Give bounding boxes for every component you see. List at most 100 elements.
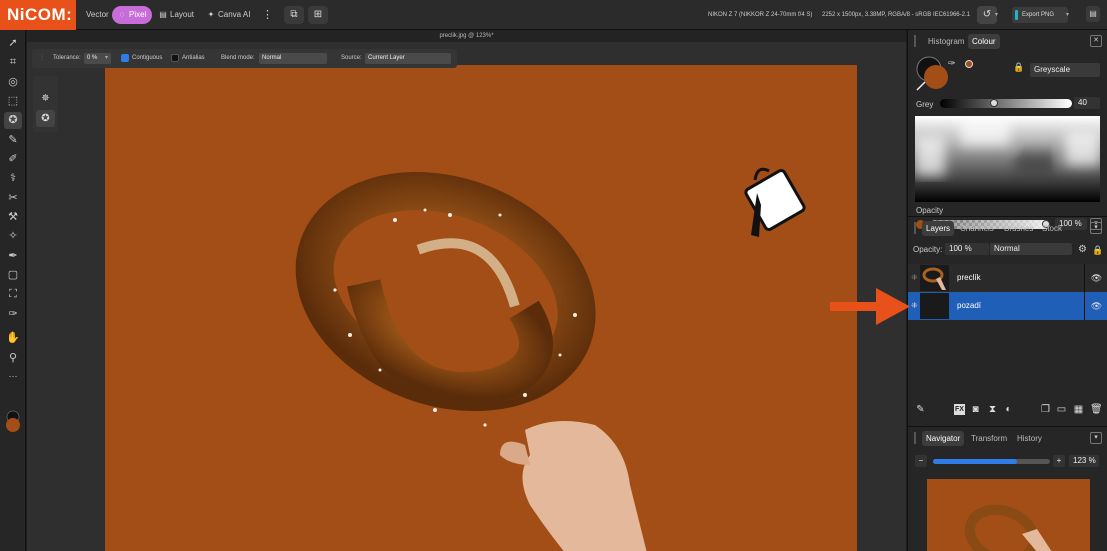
paint-brush-icon[interactable]: ✎ [4, 132, 22, 149]
zoom-value-input[interactable]: 123 % [1069, 455, 1099, 467]
duplicate-layer-icon[interactable]: ❐ [1040, 404, 1051, 415]
selection-brush-icon[interactable]: ◎ [4, 74, 22, 91]
tab-layers[interactable]: Layers [922, 221, 955, 236]
antialias-checkbox[interactable] [171, 54, 179, 62]
layer-blend-select[interactable]: Normal [990, 243, 1072, 255]
chevron-down-icon[interactable]: ▾ [995, 11, 998, 18]
tab-channels[interactable]: Channels [956, 221, 998, 236]
close-panel-icon[interactable]: ✕ [1090, 35, 1102, 47]
panel-grip [914, 432, 916, 444]
pixel-brush-icon[interactable]: ✐ [4, 151, 22, 168]
live-filter-icon[interactable]: ◐ [1003, 404, 1014, 415]
clone-tool-icon[interactable]: ⚒ [4, 209, 22, 226]
panel-grip [914, 222, 916, 234]
studio-panels: Histogram Colour ✕ ✑ 🔒 Greyscale Grey 40 [907, 30, 1107, 551]
document-title: preclik.jpg @ 123%* [27, 30, 906, 42]
navigator-panel-tabs: Navigator Transform History ▾ [908, 427, 1107, 449]
tab-histogram[interactable]: Histogram [924, 34, 968, 49]
navigator-preview[interactable] [927, 479, 1090, 551]
pixel-persona-icon: ◌ [119, 10, 125, 19]
selection-mode-icon[interactable]: ⧉ [284, 6, 304, 24]
colour-panel-tabs: Histogram Colour ✕ [908, 30, 1107, 52]
fill-bucket-cursor-icon [744, 167, 806, 237]
colour-panel: ✑ 🔒 Greyscale Grey 40 Opacity 100 % ▾ [908, 52, 1107, 238]
blend-mode-select[interactable]: Normal [259, 53, 327, 64]
blend-mode-label: Blend mode: [221, 55, 255, 61]
eyedropper-icon[interactable]: ✑ [948, 58, 956, 69]
dodge-tool-icon[interactable]: ✂ [4, 190, 22, 207]
zoom-tool-icon[interactable]: ⚲ [4, 350, 22, 367]
transform-tool-icon[interactable]: ⛶ [4, 286, 22, 303]
trash-icon[interactable]: 🗑 [1090, 404, 1103, 415]
pixel-layer-icon[interactable]: ▦ [1073, 404, 1084, 415]
contiguous-checkbox[interactable] [121, 54, 129, 62]
visibility-eye-icon[interactable]: 👁 [1084, 264, 1107, 292]
move-tool-icon[interactable]: ➚ [4, 35, 22, 52]
layer-row-preclik[interactable]: ⁜ preclík 👁 [908, 264, 1107, 292]
brush-settings-icon[interactable]: ↺ [977, 6, 997, 24]
color-well[interactable] [5, 410, 21, 434]
layer-opacity-input[interactable]: 100 % [945, 243, 989, 255]
group-folder-icon[interactable]: ▭ [1056, 404, 1067, 415]
more-icon[interactable]: ⋮ [256, 6, 279, 24]
fx-icon[interactable]: FX [954, 404, 965, 415]
tab-navigator[interactable]: Navigator [922, 431, 965, 446]
grey-slider[interactable] [940, 99, 1072, 108]
export-png-button[interactable]: Export PNG [1012, 7, 1068, 23]
flood-fill-icon[interactable]: ✪ [36, 110, 55, 127]
layers-panel: Layers Channels Brushes Stock ▾ Opacity:… [908, 216, 1107, 426]
snapping-icon[interactable]: ⊞ [308, 6, 328, 24]
layer-properties-icon[interactable]: ✎ [915, 404, 926, 415]
grey-value-input[interactable]: 40 [1074, 97, 1100, 109]
chevron-down-icon[interactable]: ▾ [1090, 222, 1102, 234]
layer-thumbnail [920, 265, 949, 291]
more-tools-icon[interactable]: ··· [4, 368, 22, 385]
canva-ai-persona-icon: ✦ [207, 10, 215, 19]
tab-transform[interactable]: Transform [967, 431, 1011, 446]
studio-toggle-icon[interactable]: ▤ [1086, 6, 1100, 22]
flyout-tools: ✵ ✪ [33, 76, 58, 132]
persona-vector[interactable]: Vector [80, 6, 115, 24]
chevron-down-icon[interactable]: ▾ [105, 49, 108, 68]
tab-history[interactable]: History [1013, 431, 1046, 446]
context-toolbar: ⋮ Tolerance: 0 % ▾ Contiguous Antialias … [32, 49, 457, 68]
magic-wand-icon[interactable]: ✵ [36, 90, 55, 107]
adjustment-icon[interactable]: ⧗ [987, 404, 998, 415]
lock-icon[interactable]: 🔒 [1013, 62, 1024, 73]
layer-row-pozadi[interactable]: ⁜ pozadí 👁 [908, 292, 1107, 320]
colour-picker-area[interactable] [915, 116, 1100, 202]
marquee-tool-icon[interactable]: ⬚ [4, 93, 22, 110]
grey-slider-knob[interactable] [989, 99, 998, 107]
gear-icon[interactable]: ⚙ [1078, 244, 1087, 255]
layer-mask-icon: ⁜ [911, 301, 918, 310]
source-select[interactable]: Current Layer [365, 53, 451, 64]
top-toolbar: NiCOM: Vector ◌ Pixel ▤ Layout ✦ Canva AI ⋮… [0, 0, 1107, 30]
tab-brushes[interactable]: Brushes [1000, 221, 1037, 236]
colour-model-select[interactable]: Greyscale [1030, 63, 1100, 77]
pen-tool-icon[interactable]: ✒ [4, 248, 22, 265]
retouch-tool-icon[interactable]: ⚕ [4, 170, 22, 187]
tab-stock[interactable]: Stock [1038, 221, 1066, 236]
layer-mask-icon: ⁜ [911, 273, 918, 282]
chevron-down-icon[interactable]: ▾ [1090, 432, 1102, 444]
eyedropper-tool-icon[interactable]: ✑ [4, 306, 22, 323]
colour-swatches[interactable] [915, 56, 951, 92]
mask-icon[interactable]: ◙ [970, 404, 981, 415]
flood-select-tool-icon[interactable]: ✪ [4, 112, 22, 129]
lock-icon[interactable]: 🔒 [1092, 245, 1103, 256]
antialias-label: Antialias [182, 55, 205, 61]
shape-tool-icon[interactable]: ▢ [4, 267, 22, 284]
zoom-out-button[interactable]: − [915, 455, 927, 467]
persona-layout[interactable]: ▤ Layout [153, 6, 200, 24]
crop-tool-icon[interactable]: ⌗ [4, 54, 22, 71]
zoom-slider[interactable] [933, 459, 1050, 464]
persona-canva-ai[interactable]: ✦ Canva AI [201, 6, 256, 24]
visibility-eye-icon[interactable]: 👁 [1084, 292, 1107, 320]
zoom-in-button[interactable]: + [1053, 455, 1065, 467]
inpaint-tool-icon[interactable]: ✧ [4, 228, 22, 245]
persona-pixel[interactable]: ◌ Pixel [112, 6, 153, 24]
hand-tool-icon[interactable]: ✋ [4, 330, 22, 347]
document-canvas[interactable] [105, 65, 857, 551]
chevron-down-icon[interactable]: ▾ [1066, 11, 1069, 18]
tab-colour[interactable]: Colour [968, 34, 1000, 49]
